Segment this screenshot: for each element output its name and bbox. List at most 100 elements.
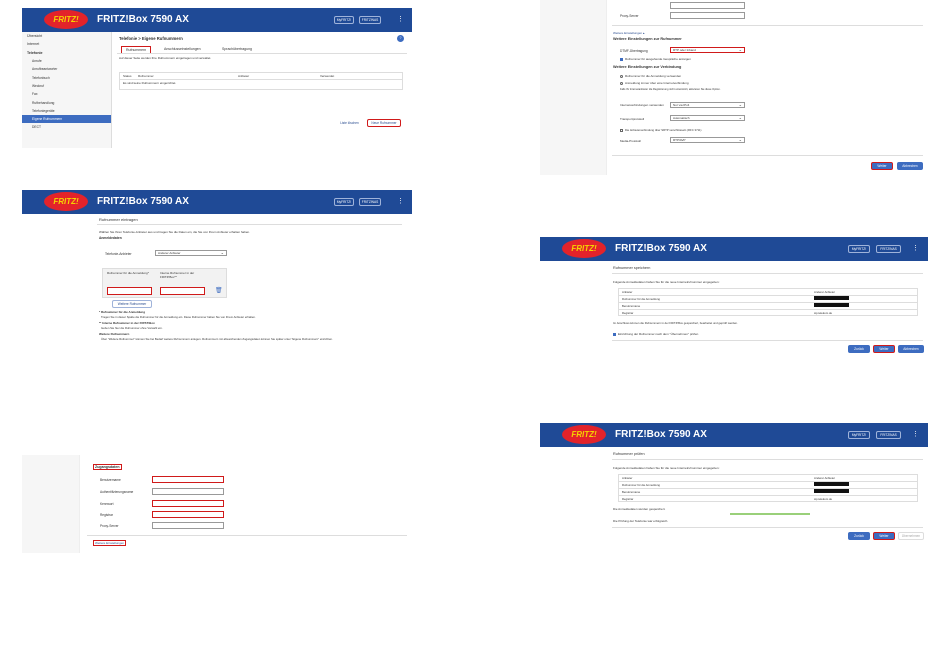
intro-text: Auf dieser Seite werden Ihre Rufnummern … [119, 56, 212, 60]
sidebar-item-phonebook[interactable]: Telefonbuch [22, 73, 111, 81]
check-number-checkbox[interactable]: Einrichtung der Rufnummer nach dem "Über… [613, 332, 698, 336]
row-divider [619, 488, 917, 489]
show-number-checkbox[interactable]: Rufnummer für ausgehende Gespräche anzei… [620, 57, 691, 61]
redacted-value [814, 482, 849, 486]
sidebar-item-internet[interactable]: Internet [22, 40, 111, 48]
username-input[interactable] [152, 476, 224, 483]
product-title: FRITZ!Box 7590 AX [615, 243, 707, 254]
number-entry-box: Rufnummer für die Anmeldung* Interne Ruf… [102, 268, 227, 298]
myfritz-button[interactable]: MyFRITZ! [848, 431, 870, 439]
sidebar-item-dect[interactable]: DECT [22, 123, 111, 131]
section-heading: Anmeldedaten [99, 236, 122, 240]
more-settings-link[interactable]: Weitere Einstellungen ▴ [613, 31, 644, 35]
media-protocol-select[interactable]: RTP/AVP [670, 137, 745, 143]
left-gutter [540, 0, 607, 175]
login-number-input[interactable] [107, 287, 152, 295]
menu-icon[interactable]: ⋮ [912, 430, 919, 438]
row-divider [619, 481, 917, 482]
apply-button[interactable]: Übernehmen [898, 532, 924, 540]
screenshot-enter-number: FRITZ! FRITZ!Box 7590 AX MyFRITZ! FRITZ!… [22, 190, 412, 363]
redacted-value [814, 303, 849, 307]
new-number-button[interactable]: Neue Rufnummer [367, 119, 401, 127]
screenshot-save-number: FRITZ! FRITZ!Box 7590 AX MyFRITZ! FRITZ!… [540, 237, 928, 369]
radio-icon [620, 81, 623, 85]
proxy-label: Proxy-Server [620, 14, 639, 18]
intro-text: Folgende Anmeldedaten haben Sie für die … [613, 466, 720, 470]
internet-connection-select[interactable]: Nur via IPv4 [670, 102, 745, 108]
cancel-button[interactable]: Abbrechen [898, 345, 924, 353]
header-bar: FRITZ! FRITZ!Box 7590 AX MyFRITZ! FRITZ!… [540, 423, 928, 447]
radio-internet-label: Anmeldung immer über eine Internetverbin… [625, 81, 689, 85]
back-button[interactable]: Zurück [848, 345, 870, 353]
fritznas-button[interactable]: FRITZ!NAS [359, 16, 381, 24]
tab-voice-transmission[interactable]: Sprachübertragung [222, 47, 252, 51]
delete-list-button[interactable]: Liste löschen [337, 119, 362, 127]
internal-number-input[interactable] [160, 287, 205, 295]
radio-login-number[interactable]: Rufnummer für die Anmeldung verwenden [620, 74, 681, 78]
tab-connection-settings[interactable]: Anschlusseinstellungen [164, 47, 201, 51]
col-internal-number: Interne Rufnummer in der FRITZ!Box** [160, 271, 195, 279]
myfritz-button[interactable]: MyFRITZ! [334, 198, 354, 206]
sidebar-item-callhandling[interactable]: Rufbehandlung [22, 98, 111, 106]
sidebar: Übersicht Internet Telefonie Anrufe Anru… [22, 32, 112, 148]
page-title: Rufnummer prüfen [613, 452, 645, 456]
sidebar-item-calls[interactable]: Anrufe [22, 57, 111, 65]
auth-name-input[interactable] [152, 488, 224, 495]
myfritz-button[interactable]: MyFRITZ! [848, 245, 870, 253]
divider [612, 340, 923, 341]
saved-text: Die Anmeldedaten wurden gespeichert. [613, 507, 666, 511]
fritznas-button[interactable]: FRITZ!NAS [876, 245, 901, 253]
more-settings-link[interactable]: Weitere Einstellungen [93, 540, 127, 546]
sidebar-item-overview[interactable]: Übersicht [22, 32, 111, 40]
transport-select[interactable]: Automatisch [670, 115, 745, 121]
summary-table: Anbieter Anderer Anbieter Rufnummer für … [618, 288, 918, 316]
numbers-table: Status Rufnummer Anbieter Verwendet Es s… [119, 72, 403, 90]
note-text-1: Tragen Sie in dieser Spalte die Rufnumme… [101, 315, 256, 319]
next-button[interactable]: Weiter [873, 532, 895, 540]
sidebar-item-wakeup[interactable]: Weckruf [22, 82, 111, 90]
myfritz-button[interactable]: MyFRITZ! [334, 16, 354, 24]
cancel-button[interactable]: Abbrechen [897, 162, 923, 170]
top-input[interactable] [670, 2, 745, 9]
password-input[interactable] [152, 500, 224, 507]
provider-select[interactable]: Anderer Anbieter [155, 250, 227, 256]
fritz-logo: FRITZ! [562, 239, 606, 258]
help-icon[interactable]: ? [397, 35, 404, 42]
fritznas-button[interactable]: FRITZ!NAS [876, 431, 901, 439]
proxy-input[interactable] [152, 522, 224, 529]
progress-bar [730, 513, 810, 515]
menu-icon[interactable]: ⋮ [397, 15, 404, 23]
header-bar: FRITZ! FRITZ!Box 7590 AX MyFRITZ! FRITZ!… [22, 8, 412, 32]
proxy-input[interactable] [670, 12, 745, 19]
sidebar-item-telephony[interactable]: Telefonie [22, 49, 111, 57]
back-button[interactable]: Zurück [848, 532, 870, 540]
srtp-checkbox[interactable]: Die Anbieterverbindung über SRTP verschl… [620, 128, 702, 132]
sidebar-item-own-numbers[interactable]: Eigene Rufnummern [22, 114, 111, 124]
fritznas-button[interactable]: FRITZ!NAS [359, 198, 381, 206]
transport-label: Transportprotokoll [620, 117, 645, 121]
next-button[interactable]: Weiter [871, 162, 893, 170]
note-text-2: Geben Sie hier die Rufnummer ohne Vorwah… [101, 326, 163, 330]
radio-internet-connection[interactable]: Anmeldung immer über eine Internetverbin… [620, 81, 689, 85]
sidebar-item-fax[interactable]: Fax [22, 90, 111, 98]
product-title: FRITZ!Box 7590 AX [97, 196, 189, 207]
row-label-provider: Anbieter [622, 290, 633, 294]
row-value-provider: Anderer Anbieter [814, 290, 835, 294]
sidebar-item-devices[interactable]: Telefoniegeräte [22, 107, 111, 115]
menu-icon[interactable]: ⋮ [912, 244, 919, 252]
breadcrumb: Telefonie > Eigene Rufnummern [119, 36, 183, 41]
sidebar-item-answering[interactable]: Anrufbeantworter [22, 65, 111, 73]
radio-icon [620, 74, 623, 78]
col-number: Rufnummer [138, 74, 154, 78]
row-divider [619, 302, 917, 303]
registrar-input[interactable] [152, 511, 224, 518]
next-button[interactable]: Weiter [873, 345, 895, 353]
provider-label: Telefonie-Anbieter [105, 252, 132, 256]
divider [97, 224, 402, 225]
more-number-button[interactable]: Weitere Rufnummer [112, 300, 152, 308]
trash-icon[interactable]: 🗑 [215, 287, 223, 294]
info-text: Falls Ihr Internetanbieter die Registrie… [620, 88, 721, 91]
menu-icon[interactable]: ⋮ [397, 197, 404, 205]
dtmf-select[interactable]: RTP oder Inband [670, 47, 745, 53]
username-label: Benutzername [100, 478, 121, 482]
